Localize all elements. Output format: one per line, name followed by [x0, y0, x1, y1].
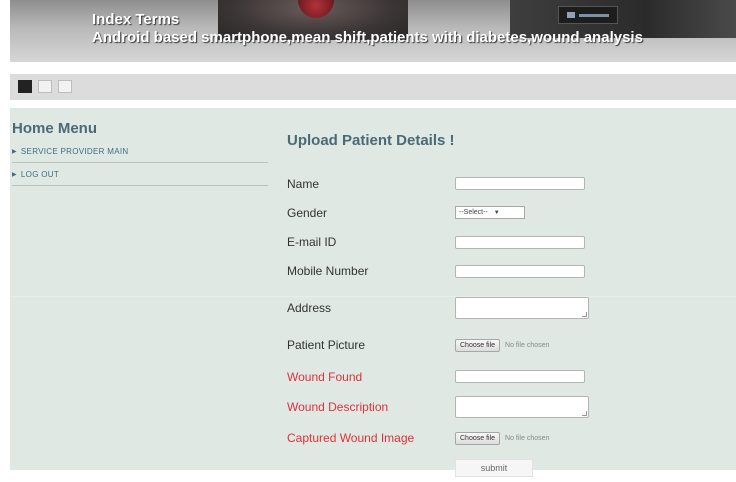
slider-dot-2[interactable]	[38, 80, 52, 93]
wound-found-field[interactable]	[455, 370, 585, 383]
slider-nav	[10, 74, 736, 100]
slider-dot-1[interactable]	[18, 80, 32, 93]
name-field[interactable]	[455, 177, 585, 190]
patient-picture-label: Patient Picture	[287, 338, 366, 352]
gender-select[interactable]: --Select-- ▼	[455, 206, 525, 219]
smartphone-device-graphic	[558, 6, 618, 24]
name-label: Name	[287, 177, 320, 191]
sidebar-item-label: LOG OUT	[20, 170, 60, 179]
captured-wound-image-file-status: No file chosen	[505, 435, 550, 442]
main-content: Home Menu ▶ SERVICE PROVIDER MAIN ▶ LOG …	[10, 108, 736, 477]
content-divider	[10, 296, 736, 297]
captured-wound-image-file-input: Choose file No file chosen	[455, 432, 549, 445]
resize-grip-icon[interactable]	[582, 312, 587, 317]
address-textarea[interactable]	[455, 297, 589, 319]
wound-graphic	[298, 0, 334, 18]
captured-wound-image-choose-file-button[interactable]: Choose file	[455, 432, 501, 445]
resize-grip-icon[interactable]	[582, 411, 587, 416]
gender-label: Gender	[287, 206, 328, 220]
sidebar-item-label: SERVICE PROVIDER MAIN	[20, 147, 129, 156]
device-label-graphic	[579, 14, 609, 17]
email-label: E-mail ID	[287, 235, 337, 249]
patient-picture-choose-file-button[interactable]: Choose file	[455, 339, 501, 352]
email-field[interactable]	[455, 236, 585, 249]
page-title: Upload Patient Details !	[287, 132, 455, 149]
patient-picture-file-status: No file chosen	[505, 342, 550, 349]
slider-dot-3[interactable]	[58, 80, 72, 93]
mobile-label: Mobile Number	[287, 264, 369, 278]
header-banner: Index Terms Android based smartphone,mea…	[10, 0, 736, 62]
sidebar-item-log-out[interactable]: ▶ LOG OUT	[12, 164, 268, 186]
address-label: Address	[287, 301, 332, 315]
wound-description-textarea[interactable]	[455, 396, 589, 418]
submit-button[interactable]: submit	[455, 459, 533, 477]
sidebar-item-service-provider-main[interactable]: ▶ SERVICE PROVIDER MAIN	[12, 141, 268, 163]
captured-wound-image-label: Captured Wound Image	[287, 431, 415, 445]
gender-select-value: --Select--	[459, 209, 488, 216]
wound-description-label: Wound Description	[287, 400, 389, 414]
bullet-icon: ▶	[12, 172, 17, 178]
bullet-icon: ▶	[12, 149, 17, 155]
banner-title: Index Terms	[92, 11, 180, 28]
mobile-field[interactable]	[455, 265, 585, 278]
wound-found-label: Wound Found	[287, 370, 363, 384]
camera-icon	[567, 12, 575, 18]
chevron-down-icon: ▼	[493, 209, 500, 216]
banner-subtitle: Android based smartphone,mean shift,pati…	[92, 29, 643, 46]
sidebar-title: Home Menu	[12, 120, 98, 137]
patient-picture-file-input: Choose file No file chosen	[455, 339, 549, 352]
